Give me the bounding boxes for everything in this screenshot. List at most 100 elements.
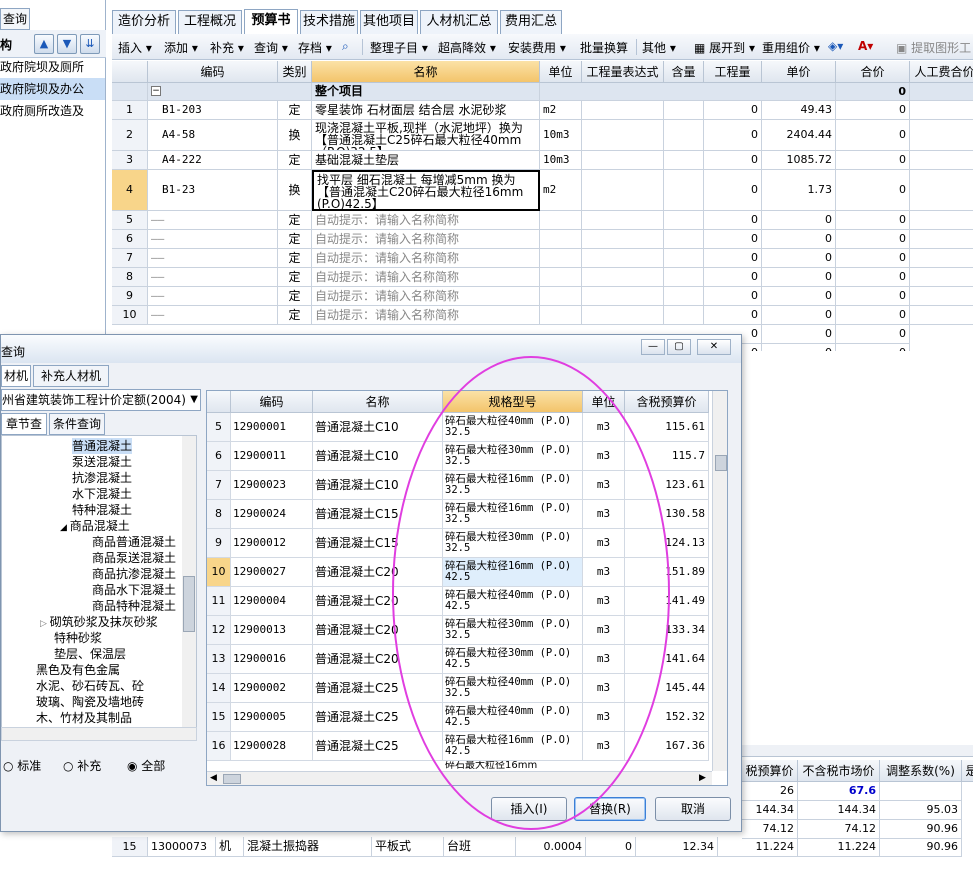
tree-node-selected[interactable]: 普通混凝土 bbox=[72, 438, 133, 454]
mt-row-name[interactable]: 普通混凝土C15 bbox=[313, 500, 443, 529]
install-fee-menu[interactable]: 安装费用 ▾ bbox=[508, 39, 566, 56]
row-code[interactable]: —— bbox=[148, 230, 278, 249]
mt-row-code[interactable]: 12900028 bbox=[231, 732, 313, 761]
row-total[interactable]: 0 bbox=[836, 170, 910, 211]
mt-row-unit[interactable]: m3 bbox=[583, 558, 625, 587]
scroll-right-icon[interactable]: ▶ bbox=[699, 773, 706, 783]
mt-row-code[interactable]: 12900023 bbox=[231, 471, 313, 500]
tab-budget[interactable]: 预算书 bbox=[244, 9, 298, 35]
row-unit-price[interactable]: 1085.72 bbox=[762, 151, 836, 170]
tree-node[interactable]: 黑色及有色金属 bbox=[36, 662, 120, 678]
move-down-icon[interactable]: ▼ bbox=[57, 34, 77, 54]
mt-row-name[interactable]: 普通混凝土C20 bbox=[313, 616, 443, 645]
mt-row-name[interactable]: 普通混凝土C20 bbox=[313, 645, 443, 674]
row-content[interactable] bbox=[664, 249, 704, 268]
col-name[interactable]: 名称 bbox=[312, 61, 540, 83]
row-unit[interactable] bbox=[540, 230, 582, 249]
row-labor-total[interactable] bbox=[910, 151, 973, 170]
maximize-icon[interactable]: ▢ bbox=[667, 339, 691, 355]
radio-all[interactable]: ◉ 全部 bbox=[127, 757, 165, 774]
row-quantity[interactable]: 0 bbox=[704, 268, 762, 287]
row-qty-expression[interactable] bbox=[582, 151, 664, 170]
row-name[interactable]: 现浇混凝土平板,现拌（水泥地坪）换为【普通混凝土C25碎石最大粒径40mm（P.… bbox=[312, 120, 540, 151]
row-name[interactable]: 找平层 细石混凝土 每增减5mm 换为【普通混凝土C20碎石最大粒径16mm (… bbox=[312, 170, 540, 211]
row-qty-expression[interactable] bbox=[582, 120, 664, 151]
mt-col-spec[interactable]: 规格型号 bbox=[443, 391, 583, 413]
row-labor-total[interactable] bbox=[910, 170, 973, 211]
mt-row-name[interactable]: 普通混凝土C25 bbox=[313, 674, 443, 703]
tab-supplement-material[interactable]: 补充人材机 bbox=[33, 365, 109, 387]
mt-row-code[interactable]: 12900001 bbox=[231, 413, 313, 442]
expand-to-menu[interactable]: ▦ 展开到 ▾ bbox=[694, 39, 755, 56]
tab-overview[interactable]: 工程概况 bbox=[178, 10, 242, 34]
row-quantity[interactable]: 0 bbox=[704, 101, 762, 120]
mt-row-number[interactable]: 8 bbox=[207, 500, 231, 529]
mt-row-spec[interactable]: 碎石最大粒径16mm (P.O) 32.5 bbox=[443, 471, 583, 500]
mt-row-code[interactable]: 12900005 bbox=[231, 703, 313, 732]
row-code[interactable]: A4-222 bbox=[148, 151, 278, 170]
col-unit[interactable]: 单位 bbox=[540, 61, 582, 83]
row-unit[interactable]: m2 bbox=[540, 101, 582, 120]
row-number[interactable]: 7 bbox=[112, 249, 148, 268]
col-flag[interactable]: 是 bbox=[962, 760, 973, 782]
row-quantity[interactable]: 0 bbox=[704, 170, 762, 211]
row-total[interactable]: 0 bbox=[836, 287, 910, 306]
row-number[interactable]: 3 bbox=[112, 151, 148, 170]
mt-row-spec[interactable]: 碎石最大粒径40mm (P.O) 32.5 bbox=[443, 674, 583, 703]
row-unit[interactable] bbox=[540, 249, 582, 268]
row-number[interactable]: 8 bbox=[112, 268, 148, 287]
mt-row-unit[interactable]: m3 bbox=[583, 587, 625, 616]
row-unit-price[interactable]: 0 bbox=[762, 268, 836, 287]
row-qty-expression[interactable] bbox=[582, 230, 664, 249]
mt-row-price[interactable]: 141.64 bbox=[625, 645, 709, 674]
tree-node[interactable]: 特种砂浆 bbox=[54, 630, 102, 646]
tree-node[interactable]: 商品普通混凝土 bbox=[92, 534, 176, 550]
row-total[interactable]: 0 bbox=[836, 268, 910, 287]
tab-cost-analysis[interactable]: 造价分析 bbox=[112, 10, 176, 34]
mt-row-price[interactable]: 151.89 bbox=[625, 558, 709, 587]
row-content[interactable] bbox=[664, 211, 704, 230]
row-unit-price[interactable]: 0 bbox=[762, 306, 836, 325]
row-name[interactable]: 自动提示：请输入名称简称 bbox=[312, 249, 540, 268]
supplement-menu[interactable]: 补充 ▾ bbox=[210, 39, 244, 56]
mt-row-price[interactable]: 124.13 bbox=[625, 529, 709, 558]
mt-row-spec[interactable]: 碎石最大粒径16mm (P.O) 42.5 bbox=[443, 558, 583, 587]
col-quantity[interactable]: 工程量 bbox=[704, 61, 762, 83]
row-content[interactable] bbox=[664, 287, 704, 306]
mt-row-code[interactable]: 12900016 bbox=[231, 645, 313, 674]
tree-node[interactable]: 泵送混凝土 bbox=[72, 454, 132, 470]
tree-scrollbar[interactable] bbox=[182, 436, 196, 730]
row-type[interactable]: 定 bbox=[278, 306, 312, 325]
mt-row-spec[interactable]: 碎石最大粒径16mm (P.O) 32.5 bbox=[443, 500, 583, 529]
row-quantity[interactable]: 0 bbox=[704, 306, 762, 325]
row-unit-price[interactable]: 0 bbox=[762, 230, 836, 249]
row-qty-expression[interactable] bbox=[582, 101, 664, 120]
collapse-icon[interactable]: ⇊ bbox=[80, 34, 100, 54]
mt-row-unit[interactable]: m3 bbox=[583, 471, 625, 500]
mt-row-number[interactable]: 15 bbox=[207, 703, 231, 732]
tree-node[interactable]: ◢ 商品混凝土 bbox=[60, 518, 130, 534]
mt-col-unit[interactable]: 单位 bbox=[583, 391, 625, 413]
mt-row-name[interactable]: 普通混凝土C10 bbox=[313, 471, 443, 500]
mt-row-name[interactable]: 普通混凝土C25 bbox=[313, 732, 443, 761]
row-name[interactable]: 自动提示：请输入名称简称 bbox=[312, 211, 540, 230]
tree-item[interactable]: 政府厕所改造及 bbox=[0, 100, 105, 122]
mt-row-name[interactable]: 普通混凝土C25 bbox=[313, 703, 443, 732]
row-code[interactable]: —— bbox=[148, 268, 278, 287]
tree-node[interactable]: 木、竹材及其制品 bbox=[36, 710, 132, 726]
row-labor-total[interactable] bbox=[910, 230, 973, 249]
tab-other-items[interactable]: 其他项目 bbox=[360, 10, 418, 34]
tree-item[interactable]: 政府院坝及厕所 bbox=[0, 56, 105, 78]
row-type[interactable]: 定 bbox=[278, 211, 312, 230]
mt-row-price[interactable]: 115.7 bbox=[625, 442, 709, 471]
mt-row-number[interactable]: 10 bbox=[207, 558, 231, 587]
query-tab[interactable]: 查询 bbox=[0, 8, 30, 30]
mt-row-code[interactable]: 12900024 bbox=[231, 500, 313, 529]
mt-row-price[interactable]: 130.58 bbox=[625, 500, 709, 529]
mt-row-price[interactable]: 133.34 bbox=[625, 616, 709, 645]
row-type[interactable]: 定 bbox=[278, 151, 312, 170]
mt-row-number[interactable]: 6 bbox=[207, 442, 231, 471]
row-content[interactable] bbox=[664, 151, 704, 170]
row-qty-expression[interactable] bbox=[582, 287, 664, 306]
row-unit-price[interactable]: 0 bbox=[762, 249, 836, 268]
